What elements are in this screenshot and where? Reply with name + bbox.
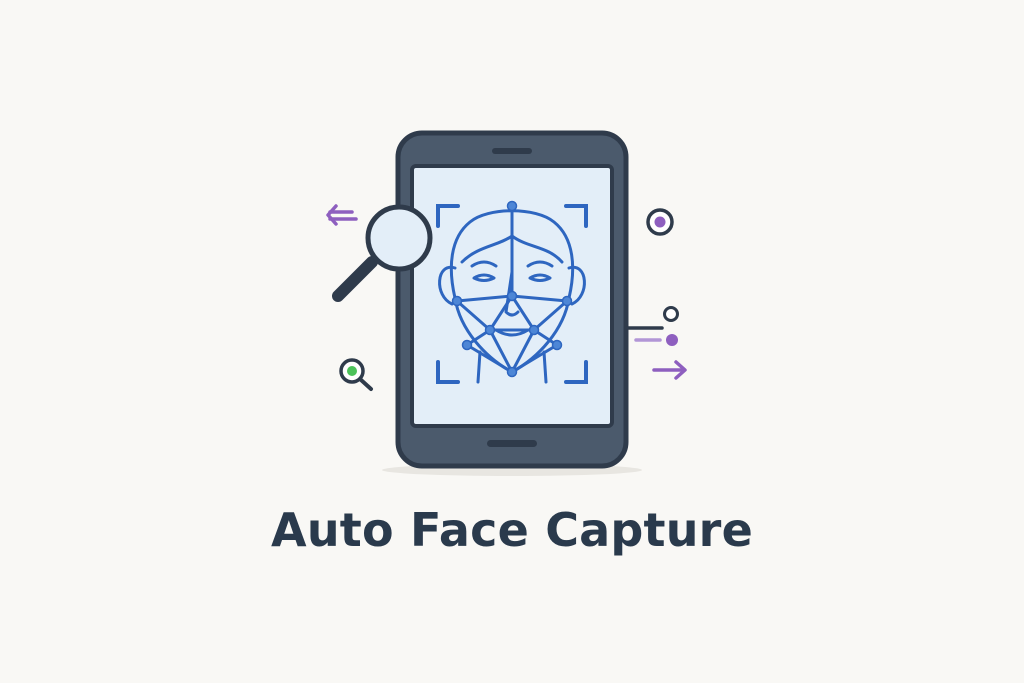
arrow-right-icon xyxy=(652,360,687,380)
arrow-left-icon xyxy=(326,204,358,226)
smartphone-icon xyxy=(382,130,642,476)
target-icon xyxy=(646,208,674,236)
connector-dots-icon xyxy=(624,306,679,346)
illustration xyxy=(326,130,687,476)
search-icon xyxy=(339,358,373,391)
page-title: Auto Face Capture xyxy=(271,503,753,557)
